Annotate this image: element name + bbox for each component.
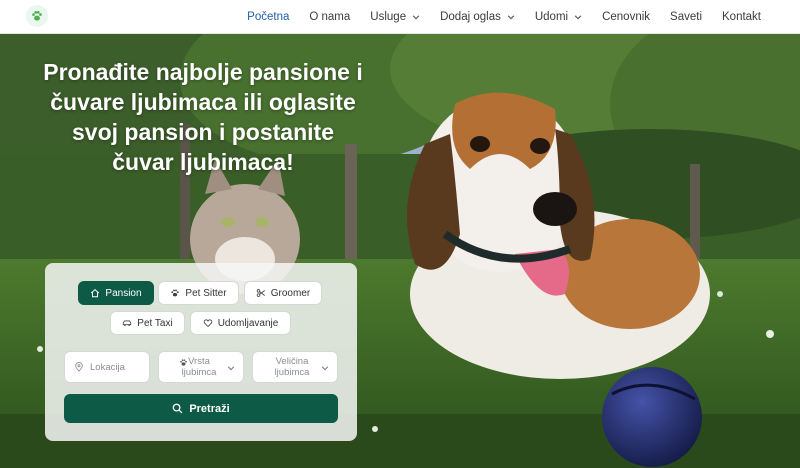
main-nav: Početna O nama Usluge Dodaj oglas Udomi … <box>247 0 761 34</box>
chip-label: Groomer <box>270 287 311 299</box>
nav-label: Cenovnik <box>602 11 651 23</box>
chevron-down-icon <box>574 15 582 20</box>
search-icon <box>172 403 183 414</box>
nav-label: Kontakt <box>722 11 761 23</box>
pet-type-select[interactable]: Vrsta ljubimca <box>158 351 244 383</box>
nav-item-udomi[interactable]: Udomi <box>535 11 582 23</box>
chevron-down-icon <box>321 366 329 371</box>
nav-item-o-nama[interactable]: O nama <box>309 11 350 23</box>
nav-item-saveti[interactable]: Saveti <box>670 11 702 23</box>
pet-size-select[interactable]: Veličina ljubimca <box>252 351 338 383</box>
nav-label: Saveti <box>670 11 702 23</box>
house-icon <box>91 288 100 298</box>
chip-label: Udomljavanje <box>217 317 279 329</box>
search-button-label: Pretraži <box>189 402 230 415</box>
search-button[interactable]: Pretraži <box>64 394 338 423</box>
nav-item-pocetna[interactable]: Početna <box>247 11 289 23</box>
nav-label: Udomi <box>534 11 569 23</box>
paw-logo-icon <box>32 11 42 21</box>
nav-item-dodaj-oglas[interactable]: Dodaj oglas <box>440 11 515 23</box>
nav-label: O nama <box>309 11 351 23</box>
header: Početna O nama Usluge Dodaj oglas Udomi … <box>0 0 800 34</box>
scissors-icon <box>256 289 265 297</box>
location-field[interactable]: Lokacija <box>64 351 150 383</box>
heart-icon <box>203 319 213 328</box>
chip-udomljavanje[interactable]: Udomljavanje <box>190 311 291 335</box>
chip-label: Pansion <box>105 287 142 299</box>
hero-headline: Pronađite najbolje pansione i čuvare lju… <box>43 59 363 175</box>
chevron-down-icon <box>227 366 235 371</box>
nav-item-cenovnik[interactable]: Cenovnik <box>602 11 650 23</box>
nav-item-kontakt[interactable]: Kontakt <box>722 11 761 23</box>
chip-label: Pet Sitter <box>185 287 227 299</box>
logo[interactable] <box>26 5 48 27</box>
car-icon <box>123 320 132 326</box>
chip-groomer[interactable]: Groomer <box>244 281 322 305</box>
chip-pansion[interactable]: Pansion <box>78 281 154 305</box>
chip-pet-taxi[interactable]: Pet Taxi <box>110 311 185 335</box>
chip-pet-sitter[interactable]: Pet Sitter <box>158 281 239 305</box>
chevron-down-icon <box>412 15 420 20</box>
chip-label: Pet Taxi <box>137 317 173 329</box>
location-placeholder: Lokacija <box>90 361 125 373</box>
pet-size-placeholder: Veličina ljubimca <box>274 356 310 378</box>
paw-icon <box>171 289 180 297</box>
nav-label: Početna <box>247 11 290 23</box>
location-pin-icon <box>75 362 83 372</box>
nav-item-usluge[interactable]: Usluge <box>370 11 420 23</box>
chevron-down-icon <box>507 15 515 20</box>
paw-icon <box>180 359 187 366</box>
nav-label: Usluge <box>370 11 407 23</box>
nav-label: Dodaj oglas <box>440 11 501 23</box>
